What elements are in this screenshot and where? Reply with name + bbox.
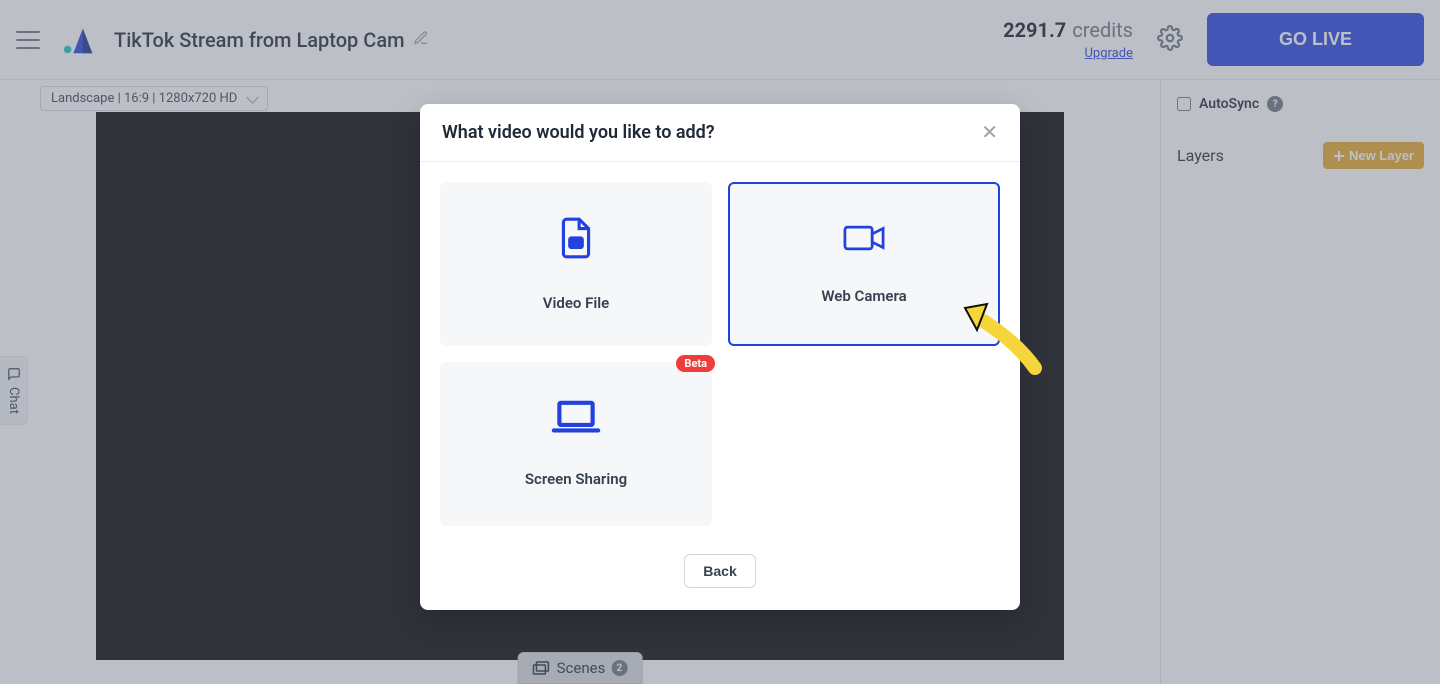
modal-overlay: What video would you like to add? ✕ Vide…	[0, 0, 1440, 684]
option-video-file[interactable]: Video File	[440, 182, 712, 346]
option-label: Screen Sharing	[525, 470, 627, 488]
file-video-icon	[557, 216, 595, 260]
option-label: Video File	[543, 294, 609, 312]
add-video-modal: What video would you like to add? ✕ Vide…	[420, 104, 1020, 610]
option-screen-sharing[interactable]: Beta Screen Sharing	[440, 362, 712, 526]
back-button[interactable]: Back	[684, 554, 755, 588]
laptop-icon	[551, 400, 601, 436]
option-label: Web Camera	[821, 287, 906, 305]
beta-badge: Beta	[676, 355, 715, 372]
camera-icon	[842, 223, 886, 253]
option-web-camera[interactable]: Web Camera	[728, 182, 1000, 346]
modal-title: What video would you like to add?	[442, 122, 715, 143]
close-icon[interactable]: ✕	[981, 123, 998, 143]
